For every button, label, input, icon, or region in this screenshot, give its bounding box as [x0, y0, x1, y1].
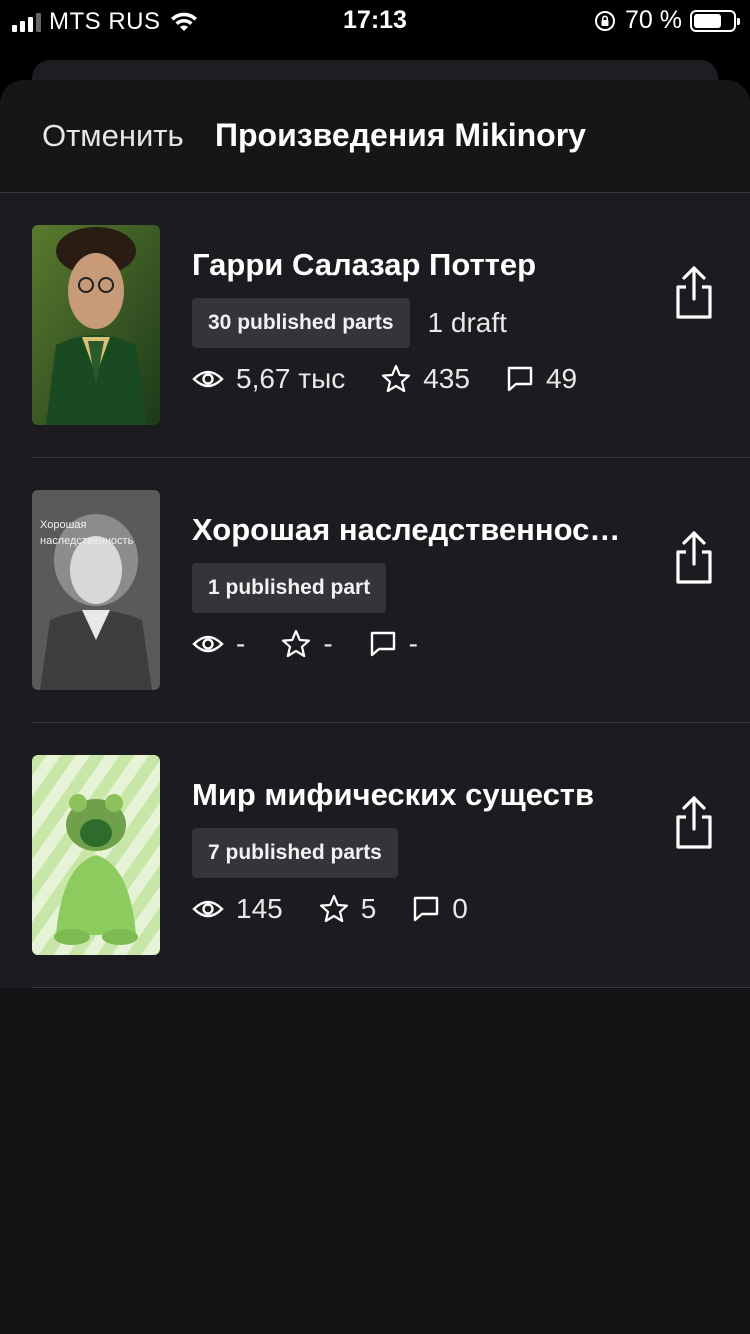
work-stats: 5,67 тыс 435 49 [192, 363, 613, 395]
star-icon [382, 364, 411, 393]
parts-info: 7 published parts [192, 828, 398, 878]
works-sheet: Отменить Произведения Mikinory Гарри Сал… [0, 80, 750, 1334]
comments-stat: 0 [412, 893, 468, 925]
stars-stat: 435 [381, 363, 470, 395]
work-row[interactable]: Хорошая наследственность Хорошая наследст… [32, 458, 750, 723]
work-stats: - - - [192, 628, 454, 660]
work-row[interactable]: Мир мифических существ 7 published parts… [32, 723, 750, 988]
cover-image: Хорошая наследственность [32, 490, 160, 690]
eye-icon [192, 370, 224, 388]
empty-area [0, 988, 750, 1334]
comment-icon [414, 896, 439, 922]
comments-stat: - [369, 628, 418, 660]
sheet-header: Отменить Произведения Mikinory [0, 80, 750, 193]
views-stat: 145 [192, 893, 283, 925]
parts-info: 30 published parts 1 draft [192, 298, 507, 348]
work-title: Хорошая наследственнос… [192, 512, 621, 547]
eye-icon [192, 900, 224, 918]
orientation-lock-icon [595, 10, 616, 31]
parts-badge: 7 published parts [192, 828, 398, 878]
work-row[interactable]: Гарри Салазар Поттер 30 published parts … [32, 193, 750, 458]
cover-image [32, 225, 160, 425]
eye-icon [192, 635, 224, 653]
cover-image [32, 755, 160, 955]
comments-count: 49 [545, 363, 578, 394]
views-count: - [236, 628, 246, 659]
comments-stat: 49 [506, 363, 577, 395]
draft-count: 1 draft [427, 307, 507, 338]
comment-icon [507, 366, 533, 392]
works-list: Гарри Салазар Поттер 30 published parts … [0, 193, 750, 988]
status-bar: MTS RUS 17:13 70 % [0, 0, 750, 42]
views-count: 145 [236, 893, 283, 924]
work-title: Мир мифических существ [192, 777, 595, 812]
comments-count: - [408, 628, 418, 659]
parts-badge: 1 published part [192, 563, 387, 613]
battery-fill [694, 13, 721, 28]
stars-stat: - [281, 628, 333, 660]
stars-count: 5 [360, 893, 377, 924]
work-title: Гарри Салазар Поттер [192, 247, 537, 282]
stars-count: 435 [423, 363, 470, 394]
comment-icon [370, 631, 395, 657]
battery-icon [690, 9, 740, 32]
views-stat: 5,67 тыс [192, 363, 345, 395]
cancel-button[interactable]: Отменить [42, 118, 184, 154]
parts-badge: 30 published parts [192, 298, 410, 348]
stars-stat: 5 [319, 893, 377, 925]
share-icon[interactable] [672, 795, 716, 851]
star-icon [319, 894, 348, 923]
sheet-title: Произведения Mikinory [215, 117, 586, 153]
views-count: 5,67 тыс [236, 363, 346, 394]
views-stat: - [192, 628, 245, 660]
work-stats: 145 5 0 [192, 893, 504, 925]
comments-count: 0 [452, 893, 468, 924]
battery-percent: 70 % [625, 6, 682, 34]
share-icon[interactable] [672, 530, 716, 586]
star-icon [282, 629, 311, 658]
share-icon[interactable] [672, 265, 716, 321]
status-right: 70 % [593, 6, 740, 35]
stars-count: - [323, 628, 333, 659]
parts-info: 1 published part [192, 563, 387, 613]
